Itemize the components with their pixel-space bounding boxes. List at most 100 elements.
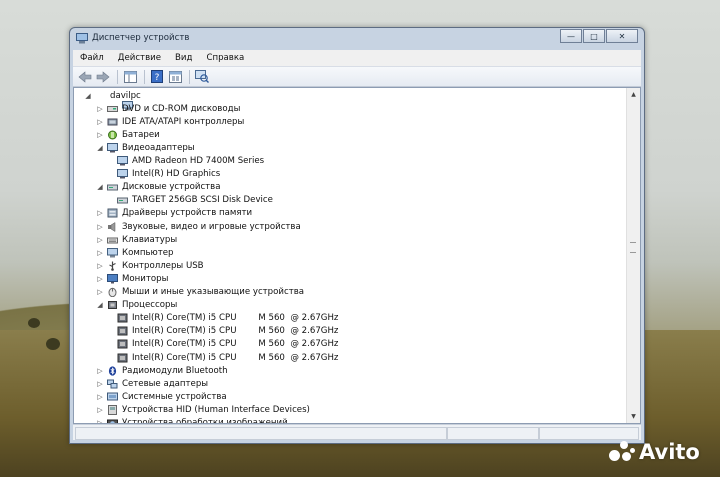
menu-view[interactable]: Вид bbox=[168, 53, 199, 63]
monitor-icon bbox=[107, 273, 118, 284]
expand-arrow-icon[interactable]: ▷ bbox=[96, 223, 104, 231]
tree-category[interactable]: ▷ Сетевые адаптеры bbox=[96, 377, 208, 390]
svg-text:?: ? bbox=[155, 73, 160, 83]
expand-arrow-icon[interactable]: ▷ bbox=[96, 406, 104, 414]
status-bar bbox=[73, 424, 641, 440]
console-tree-icon[interactable] bbox=[122, 70, 138, 84]
tree-category[interactable]: ▷ Системные устройства bbox=[96, 390, 226, 403]
expand-arrow-icon[interactable]: ▷ bbox=[96, 209, 104, 217]
tree-root[interactable]: ◢ davilpc bbox=[84, 89, 141, 110]
tree-category[interactable]: ▷ Устройства обработки изображений bbox=[96, 417, 288, 423]
minimize-button[interactable]: — bbox=[560, 29, 582, 43]
tree-device[interactable]: Intel(R) Core(TM) i5 CPU M 560 @ 2.67GHz bbox=[117, 312, 338, 325]
tree-category-label: Устройства HID (Human Interface Devices) bbox=[122, 404, 310, 415]
menu-help[interactable]: Справка bbox=[199, 53, 251, 63]
computer-icon bbox=[107, 247, 118, 258]
expand-arrow-icon[interactable]: ▷ bbox=[96, 288, 104, 296]
maximize-button[interactable]: □ bbox=[583, 29, 605, 43]
expand-arrow-icon[interactable]: ▷ bbox=[96, 275, 104, 283]
tree-category-label: Компьютер bbox=[122, 247, 174, 258]
collapse-arrow-icon[interactable]: ◢ bbox=[96, 144, 104, 152]
tree-device-label: Intel(R) Core(TM) i5 CPU M 560 @ 2.67GHz bbox=[132, 313, 339, 324]
properties-icon[interactable] bbox=[167, 70, 183, 84]
tree-category[interactable]: ▷ Звуковые, видео и игровые устройства bbox=[96, 220, 300, 233]
collapse-arrow-icon[interactable]: ◢ bbox=[96, 183, 104, 191]
collapse-arrow-icon[interactable]: ◢ bbox=[96, 301, 104, 309]
computer-icon bbox=[95, 91, 134, 110]
expand-arrow-icon[interactable]: ▷ bbox=[96, 249, 104, 257]
tree-category[interactable]: ▷ Устройства HID (Human Interface Devices… bbox=[96, 403, 310, 416]
title-bar[interactable]: Диспетчер устройств — □ ✕ bbox=[70, 28, 644, 50]
tree-category[interactable]: ▷ Радиомодули Bluetooth bbox=[96, 364, 227, 377]
tree-device[interactable]: Intel(R) Core(TM) i5 CPU M 560 @ 2.67GHz bbox=[117, 351, 338, 364]
scroll-up-icon[interactable]: ▲ bbox=[627, 88, 640, 101]
menu-file[interactable]: Файл bbox=[73, 53, 111, 63]
system-devices-icon bbox=[107, 392, 118, 402]
tree-category[interactable]: ◢ Дисковые устройства bbox=[96, 181, 221, 194]
toolbar-separator bbox=[117, 69, 118, 84]
expand-arrow-icon[interactable]: ▷ bbox=[96, 393, 104, 401]
tree-category-label: Мыши и иные указывающие устройства bbox=[122, 287, 305, 297]
storage-driver-icon bbox=[107, 208, 118, 218]
tree-category[interactable]: ◢ Процессоры bbox=[96, 299, 177, 312]
scrollbar-thumb[interactable] bbox=[629, 102, 637, 409]
tree-category[interactable]: ▷ Мониторы bbox=[96, 272, 168, 285]
disk-drive-icon bbox=[107, 182, 118, 192]
scan-hardware-icon[interactable] bbox=[194, 70, 210, 84]
tree-category-label: Клавиатуры bbox=[122, 234, 178, 245]
expand-arrow-icon[interactable]: ▷ bbox=[96, 105, 104, 113]
window-title: Диспетчер устройств bbox=[92, 33, 190, 43]
expand-arrow-icon[interactable]: ▷ bbox=[96, 380, 104, 388]
tree-category[interactable]: ▷ Драйверы устройств памяти bbox=[96, 207, 252, 220]
toolbar-separator bbox=[144, 69, 145, 84]
device-manager-icon bbox=[76, 33, 88, 44]
processor-icon bbox=[107, 300, 118, 310]
tree-category[interactable]: ▷ Батареи bbox=[96, 128, 159, 141]
tree-device[interactable]: TARGET 256GB SCSI Disk Device bbox=[117, 194, 273, 207]
tree-category[interactable]: ▷ Клавиатуры bbox=[96, 233, 177, 246]
battery-icon bbox=[107, 130, 118, 140]
hid-icon bbox=[107, 404, 118, 415]
dvd-drive-icon bbox=[107, 104, 118, 114]
tree-device[interactable]: AMD Radeon HD 7400M Series bbox=[117, 155, 264, 168]
menu-bar: Файл Действие Вид Справка bbox=[73, 50, 641, 67]
display-adapter-icon bbox=[107, 142, 118, 153]
device-tree: ◢ davilpc ▷ DVD и CD-ROM дисководы ▷ IDE AT… bbox=[74, 88, 627, 423]
tree-category[interactable]: ▷ Мыши и иные указывающие устройства bbox=[96, 286, 304, 299]
expand-arrow-icon[interactable]: ▷ bbox=[96, 262, 104, 270]
tree-category[interactable]: ▷ Контроллеры USB bbox=[96, 259, 203, 272]
keyboard-icon bbox=[107, 235, 118, 245]
tree-category[interactable]: ▷ Компьютер bbox=[96, 246, 174, 259]
back-arrow-icon[interactable] bbox=[77, 70, 93, 84]
close-button[interactable]: ✕ bbox=[606, 29, 638, 43]
expand-arrow-icon[interactable]: ▷ bbox=[96, 367, 104, 375]
tree-category[interactable]: ◢ Видеоадаптеры bbox=[96, 141, 195, 154]
expand-arrow-icon[interactable]: ▷ bbox=[96, 118, 104, 126]
scroll-down-icon[interactable]: ▼ bbox=[627, 410, 640, 423]
tree-category[interactable]: ▷ DVD и CD-ROM дисководы bbox=[96, 102, 240, 115]
status-pane bbox=[75, 427, 447, 440]
tree-category-label: Видеоадаптеры bbox=[122, 142, 195, 153]
processor-icon bbox=[117, 313, 128, 323]
tree-category[interactable]: ▷ IDE ATA/ATAPI контроллеры bbox=[96, 115, 244, 128]
tree-device-label: TARGET 256GB SCSI Disk Device bbox=[132, 195, 273, 206]
display-adapter-icon bbox=[117, 156, 128, 166]
tree-device[interactable]: Intel(R) HD Graphics bbox=[117, 168, 220, 181]
avito-watermark: Avito bbox=[609, 440, 700, 464]
expand-arrow-icon[interactable]: ▷ bbox=[96, 236, 104, 244]
tree-category-label: Дисковые устройства bbox=[122, 182, 221, 193]
forward-arrow-icon[interactable] bbox=[95, 70, 111, 84]
root-label: davilpc bbox=[110, 90, 141, 101]
collapse-arrow-icon[interactable]: ◢ bbox=[84, 92, 92, 100]
expand-arrow-icon[interactable]: ▷ bbox=[96, 131, 104, 139]
help-icon[interactable]: ? bbox=[149, 70, 165, 84]
tree-category-label: Драйверы устройств памяти bbox=[122, 208, 253, 219]
usb-icon bbox=[107, 261, 118, 271]
processor-icon bbox=[117, 339, 128, 349]
tree-device[interactable]: Intel(R) Core(TM) i5 CPU M 560 @ 2.67GHz bbox=[117, 338, 338, 351]
tree-device[interactable]: Intel(R) Core(TM) i5 CPU M 560 @ 2.67GHz bbox=[117, 325, 338, 338]
toolbar-separator bbox=[189, 69, 190, 84]
vertical-scrollbar[interactable]: ▲ ▼ bbox=[626, 88, 640, 423]
disk-drive-icon bbox=[117, 195, 128, 205]
menu-action[interactable]: Действие bbox=[111, 53, 168, 63]
